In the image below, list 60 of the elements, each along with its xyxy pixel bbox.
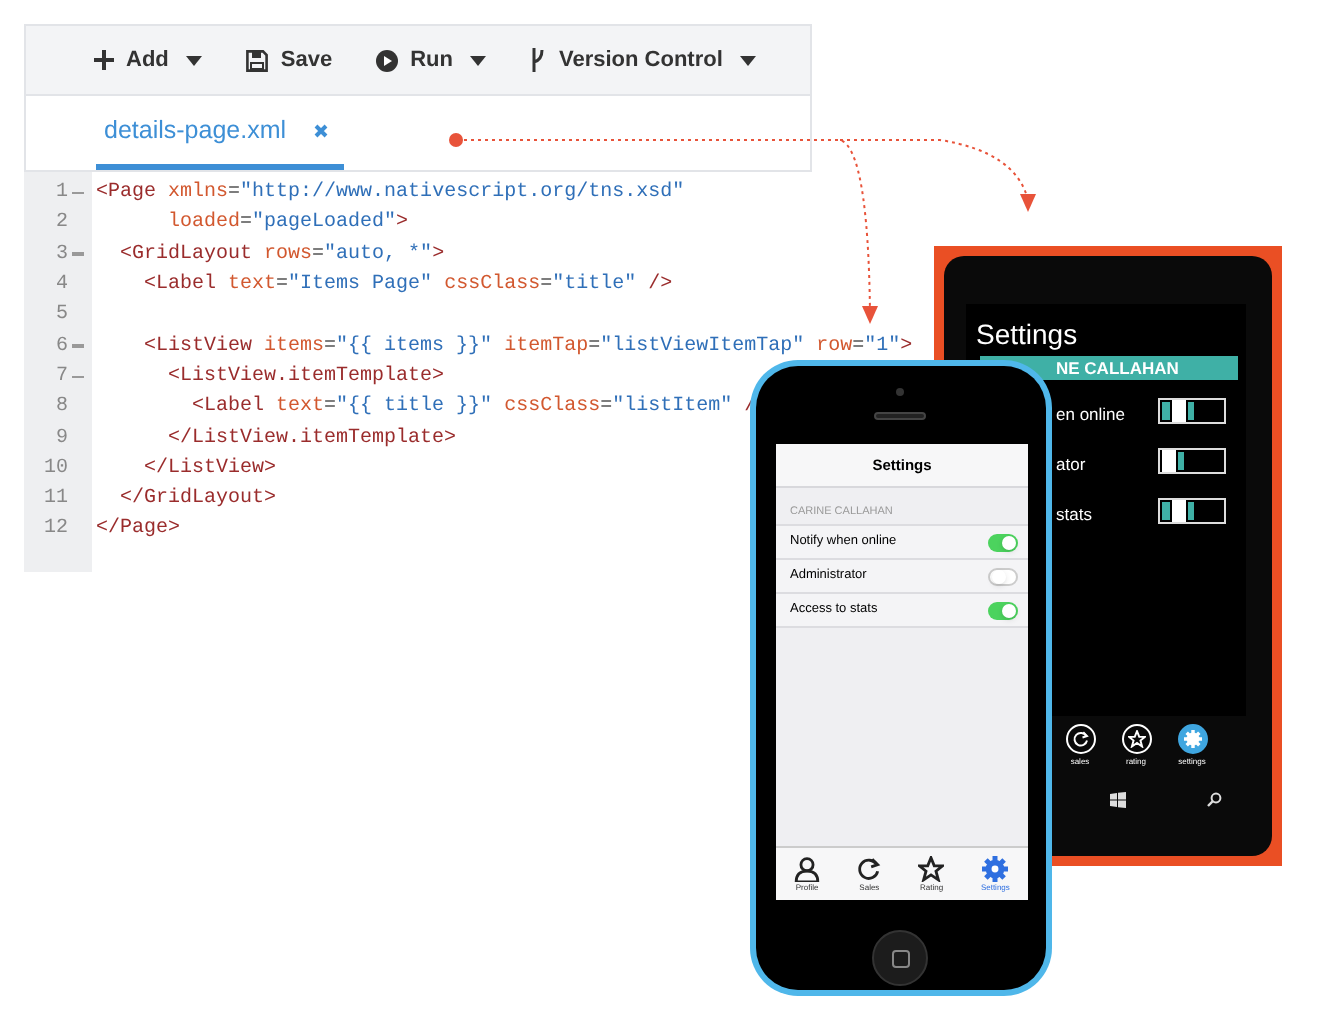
code-line: </Page> xyxy=(96,515,181,545)
star-icon xyxy=(1127,730,1145,748)
setting-label: ator xyxy=(1056,452,1086,478)
code-line: <ListView items="{{ items }}" itemTap="listViewItemTap" row="1"> xyxy=(142,333,913,362)
code-line: <ListView.itemTemplate> xyxy=(166,363,445,392)
person-icon xyxy=(794,856,821,882)
caret-icon xyxy=(740,55,757,65)
line-number: 8 xyxy=(53,394,68,423)
line-number: 2 xyxy=(53,210,68,239)
toggle-switch[interactable] xyxy=(988,601,1018,619)
toggle-switch[interactable] xyxy=(988,533,1018,551)
toggle-switch[interactable] xyxy=(988,567,1018,585)
setting-label: en online xyxy=(1056,402,1126,428)
line-number: 9 xyxy=(53,425,68,454)
code-line: <GridLayout rows="auto, *"> xyxy=(118,241,445,270)
line-number: 3 xyxy=(53,241,68,270)
line-number: 12 xyxy=(41,516,68,545)
code-line: <Label text="Items Page" cssClass="title" /> xyxy=(142,271,673,301)
toolbar-button[interactable]: Add xyxy=(94,43,203,77)
toggle-switch[interactable] xyxy=(1158,398,1226,424)
code-line: </GridLayout> xyxy=(118,485,277,515)
caret-icon xyxy=(186,55,203,65)
toolbar-button[interactable]: Save xyxy=(246,43,333,77)
fold-marker[interactable] xyxy=(72,191,84,195)
refresh-icon xyxy=(856,856,883,882)
toggle-switch[interactable] xyxy=(1158,448,1226,474)
gear-icon xyxy=(982,856,1009,882)
screen-title: Settings xyxy=(976,316,1078,354)
fold-marker[interactable] xyxy=(72,344,84,348)
toolbar-button[interactable]: Version Control xyxy=(530,43,757,77)
code-line: <Page xmlns="http://www.nativescript.org/tns.xsd" xyxy=(96,179,685,209)
line-number: 5 xyxy=(53,302,68,331)
gear-icon xyxy=(1183,730,1201,748)
play-icon xyxy=(376,49,399,71)
setting-label: stats xyxy=(1056,502,1092,528)
refresh-icon xyxy=(1071,730,1089,748)
toolbar-button[interactable]: Run xyxy=(376,43,487,77)
code-line: loaded="pageLoaded"> xyxy=(166,209,409,239)
camera-icon xyxy=(896,388,904,396)
line-number: 6 xyxy=(53,333,68,362)
close-icon[interactable] xyxy=(314,123,329,137)
line-number: 11 xyxy=(41,486,68,515)
code-line: </ListView> xyxy=(142,455,277,484)
branch-icon xyxy=(530,48,547,72)
plus-icon xyxy=(94,50,114,70)
speaker-icon xyxy=(874,412,926,420)
caret-icon xyxy=(470,55,487,65)
home-button-icon xyxy=(872,930,928,986)
fold-marker[interactable] xyxy=(72,375,84,379)
star-icon xyxy=(918,856,945,882)
line-number: 4 xyxy=(53,272,68,301)
windows-logo-icon xyxy=(1110,792,1126,808)
save-icon xyxy=(246,49,269,71)
line-number: 10 xyxy=(41,455,68,484)
line-number: 7 xyxy=(53,363,68,392)
toggle-switch[interactable] xyxy=(1158,498,1226,524)
search-icon xyxy=(1206,792,1222,808)
code-line: </ListView.itemTemplate> xyxy=(166,425,457,454)
fold-marker[interactable] xyxy=(72,252,84,256)
line-number: 1 xyxy=(53,180,68,209)
